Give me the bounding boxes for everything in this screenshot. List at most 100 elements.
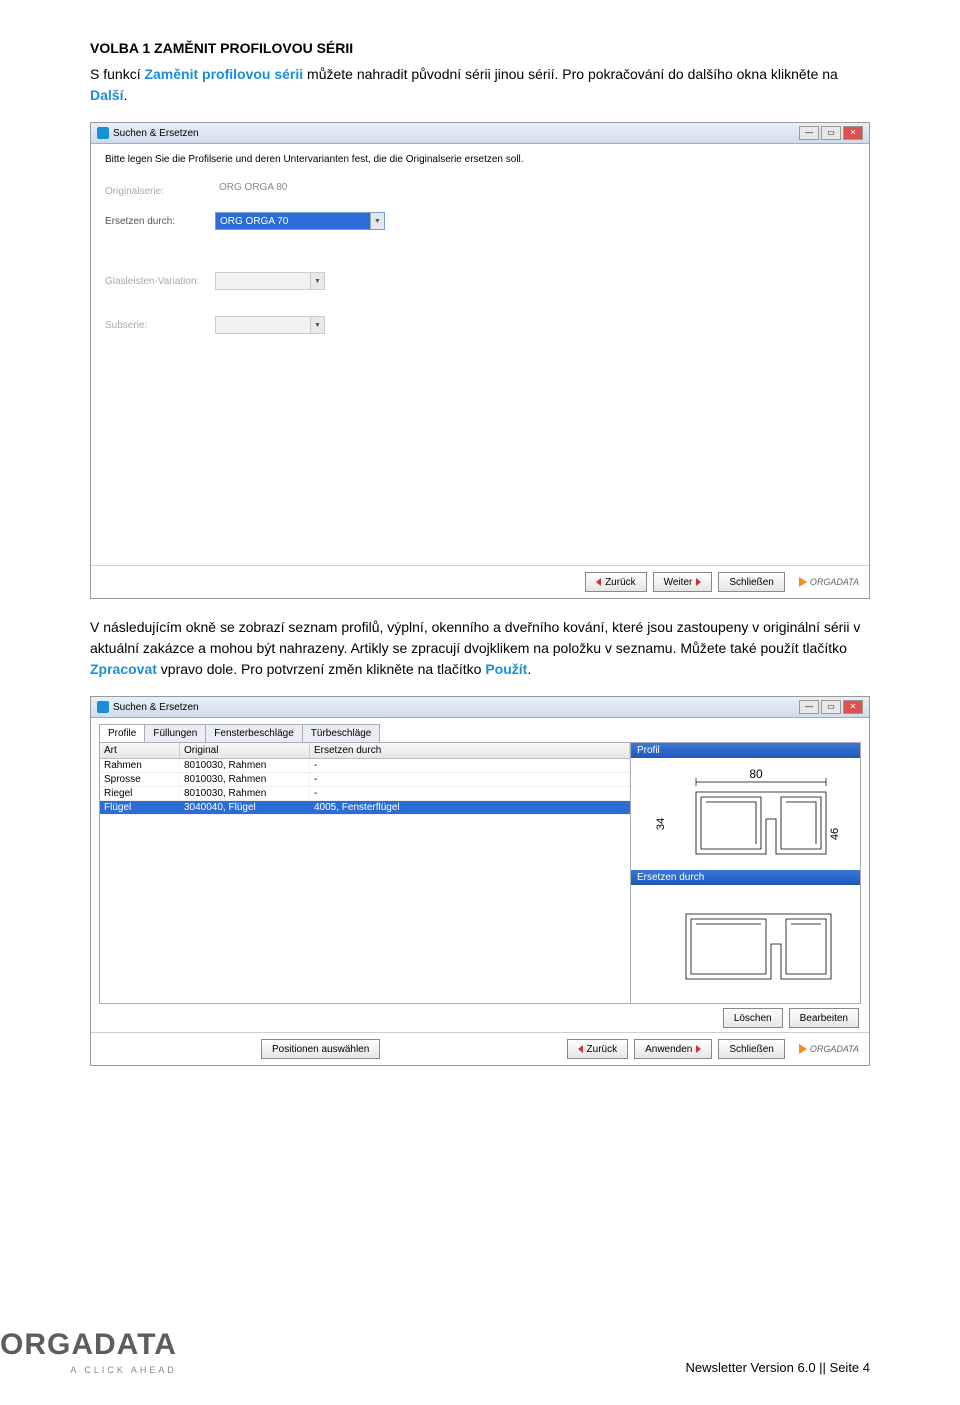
text: vpravo dole. Pro potvrzení změn klikněte… [157, 661, 485, 677]
tab-fensterbeschlaege[interactable]: Fensterbeschläge [205, 724, 303, 742]
table-cell: 4005, Fensterflügel [310, 801, 630, 814]
combo-subserie[interactable]: ▼ [215, 316, 325, 334]
dialog-search-replace-2: Suchen & Ersetzen — ▭ ✕ Profile Füllunge… [90, 696, 870, 1066]
table-row[interactable]: Flügel3040040, Flügel4005, Fensterflügel [100, 801, 630, 815]
delete-button[interactable]: Löschen [723, 1008, 783, 1028]
preview-header-profil: Profil [631, 743, 860, 758]
chevron-down-icon[interactable]: ▼ [310, 317, 324, 333]
table-row[interactable]: Riegel8010030, Rahmen- [100, 787, 630, 801]
chevron-down-icon[interactable]: ▼ [310, 273, 324, 289]
input-original-readonly: ORG ORGA 80 [215, 182, 375, 200]
btn-label: Weiter [664, 577, 693, 588]
table-row[interactable]: Rahmen8010030, Rahmen- [100, 759, 630, 773]
titlebar: Suchen & Ersetzen — ▭ ✕ [91, 123, 869, 144]
dialog-title: Suchen & Ersetzen [113, 702, 199, 713]
text: V následujícím okně se zobrazí seznam pr… [90, 619, 860, 656]
text: můžete nahradit původní sérii jinou séri… [303, 66, 838, 82]
minimize-button[interactable]: — [799, 126, 819, 140]
table-cell: Sprosse [100, 773, 180, 786]
close-button[interactable]: Schließen [718, 1039, 784, 1059]
column-header-art[interactable]: Art [100, 743, 180, 758]
minimize-button[interactable]: — [799, 700, 819, 714]
edit-button[interactable]: Bearbeiten [789, 1008, 859, 1028]
triangle-left-icon [596, 578, 601, 586]
maximize-button[interactable]: ▭ [821, 126, 841, 140]
dim-80: 80 [749, 767, 763, 781]
logo-tagline: A CLICK AHEAD [0, 1365, 177, 1375]
column-header-original[interactable]: Original [180, 743, 310, 758]
back-button[interactable]: Zurück [585, 572, 647, 592]
triangle-right-icon [696, 1045, 701, 1053]
triangle-right-icon [696, 578, 701, 586]
logo-text: ORGADATA [0, 1328, 177, 1362]
text: . [123, 87, 127, 103]
table-cell: 8010030, Rahmen [180, 787, 310, 800]
dim-34: 34 [655, 818, 667, 830]
table-cell: - [310, 787, 630, 800]
brand-small: ORGADATA [799, 577, 859, 587]
triangle-left-icon [578, 1045, 583, 1053]
prompt-text: Bitte legen Sie die Profilserie und dere… [105, 154, 855, 165]
btn-label: Zurück [587, 1044, 618, 1055]
btn-label: Positionen auswählen [272, 1044, 369, 1055]
combo-replace[interactable]: ORG ORGA 70 ▼ [215, 212, 385, 230]
btn-label: Löschen [734, 1013, 772, 1024]
btn-label: Bearbeiten [800, 1013, 848, 1024]
section-heading: VOLBA 1 ZAMĚNIT PROFILOVOU SÉRII [90, 40, 870, 56]
tab-tuerbeschlaege[interactable]: Türbeschläge [302, 724, 381, 742]
brand-text: ORGADATA [810, 1044, 859, 1054]
back-button[interactable]: Zurück [567, 1039, 629, 1059]
table-cell: Flügel [100, 801, 180, 814]
keyword: Zpracovat [90, 661, 157, 677]
table-cell: Rahmen [100, 759, 180, 772]
brand-small: ORGADATA [799, 1044, 859, 1054]
dialog-title: Suchen & Ersetzen [113, 128, 199, 139]
close-button[interactable]: ✕ [843, 700, 863, 714]
table-cell: 8010030, Rahmen [180, 759, 310, 772]
app-icon [97, 701, 109, 713]
table-cell: Riegel [100, 787, 180, 800]
profile-table: Art Original Ersetzen durch Rahmen801003… [99, 743, 631, 1004]
keyword: Použít [485, 661, 527, 677]
brand-triangle-icon [799, 577, 807, 587]
preview-profile-drawing: 80 34 46 [631, 758, 860, 870]
text: . [527, 661, 531, 677]
tab-profile[interactable]: Profile [99, 724, 145, 742]
app-icon [97, 127, 109, 139]
table-cell: - [310, 759, 630, 772]
btn-label: Anwenden [645, 1044, 692, 1055]
preview-header-ersetzen: Ersetzen durch [631, 870, 860, 885]
btn-label: Zurück [605, 577, 636, 588]
text: S funkcí [90, 66, 144, 82]
dim-46: 46 [829, 828, 841, 840]
table-cell: - [310, 773, 630, 786]
label-subserie: Subserie: [105, 320, 215, 331]
tabs: Profile Füllungen Fensterbeschläge Türbe… [99, 724, 861, 743]
btn-label: Schließen [729, 1044, 773, 1055]
footer-logo: ORGADATA A CLICK AHEAD [0, 1327, 177, 1375]
footer-page-info: Newsletter Version 6.0 || Seite 4 [685, 1360, 870, 1375]
table-cell: 3040040, Flügel [180, 801, 310, 814]
keyword: Další [90, 87, 123, 103]
maximize-button[interactable]: ▭ [821, 700, 841, 714]
label-glasleisten: Glasleisten-Variation: [105, 276, 215, 287]
tab-fuellungen[interactable]: Füllungen [144, 724, 206, 742]
close-button[interactable]: ✕ [843, 126, 863, 140]
paragraph-1: S funkcí Zaměnit profilovou sérii můžete… [90, 64, 870, 106]
select-positions-button[interactable]: Positionen auswählen [261, 1039, 380, 1059]
table-cell: 8010030, Rahmen [180, 773, 310, 786]
table-row[interactable]: Sprosse8010030, Rahmen- [100, 773, 630, 787]
keyword: Zaměnit profilovou sérii [144, 66, 303, 82]
combo-value [216, 317, 310, 333]
column-header-ersetzen[interactable]: Ersetzen durch [310, 743, 630, 758]
combo-glasleisten[interactable]: ▼ [215, 272, 325, 290]
close-button[interactable]: Schließen [718, 572, 784, 592]
chevron-down-icon[interactable]: ▼ [370, 213, 384, 229]
paragraph-2: V následujícím okně se zobrazí seznam pr… [90, 617, 870, 680]
apply-button[interactable]: Anwenden [634, 1039, 712, 1059]
preview-replace-drawing [631, 885, 860, 1003]
brand-text: ORGADATA [810, 577, 859, 587]
next-button[interactable]: Weiter [653, 572, 713, 592]
dialog-search-replace-1: Suchen & Ersetzen — ▭ ✕ Bitte legen Sie … [90, 122, 870, 599]
preview-panel: Profil 80 34 46 [631, 743, 861, 1004]
